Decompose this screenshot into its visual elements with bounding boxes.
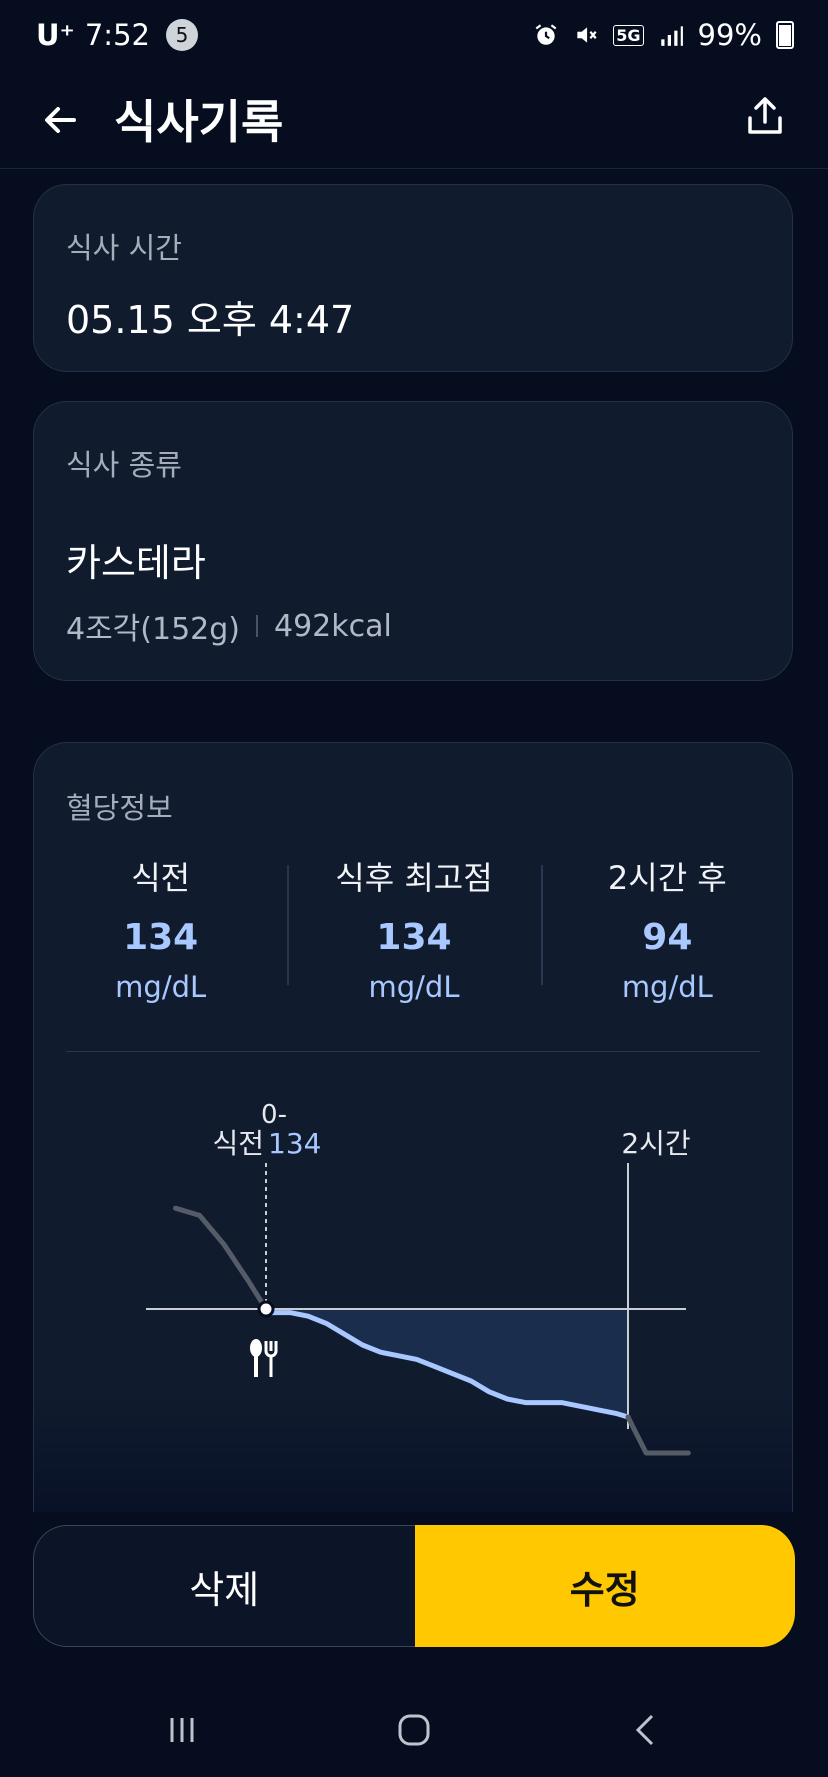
chart-marker-value: 134: [268, 1127, 321, 1160]
signal-icon: [660, 26, 683, 46]
stat-unit: mg/dL: [368, 970, 460, 1004]
alarm-icon: [535, 24, 557, 45]
stat-label: 2시간 후: [607, 859, 727, 897]
chart-area-fill: [266, 1309, 628, 1417]
mute-icon: [577, 27, 597, 43]
status-bar: U⁺ 7:52 5 5G 99%: [0, 0, 828, 72]
share-icon[interactable]: [740, 92, 790, 142]
stat-before-meal: 식전 134 mg/dL: [34, 853, 287, 1004]
notification-count-badge: 5: [165, 19, 198, 51]
recents-icon[interactable]: [152, 1700, 212, 1760]
clock: 7:52: [84, 18, 150, 52]
carrier-label: U⁺: [36, 18, 75, 52]
stat-unit: mg/dL: [621, 970, 713, 1004]
glucose-chart: 0- 식전 134 2시간: [146, 1100, 691, 1456]
meal-type-label: 식사 종류: [66, 448, 182, 482]
meal-time-value: 05.15 오후 4:47: [66, 298, 355, 342]
stat-two-hours: 2시간 후 94 mg/dL: [540, 853, 794, 1004]
stat-value: 134: [123, 917, 199, 958]
edit-button[interactable]: 수정: [414, 1525, 795, 1647]
food-meta: 4조각(152g) 492kcal: [66, 604, 392, 648]
system-nav-bar: [0, 1680, 828, 1777]
stat-label: 식전: [131, 859, 191, 897]
delete-button[interactable]: 삭제: [33, 1525, 415, 1647]
stat-unit: mg/dL: [115, 970, 207, 1004]
food-calories: 492kcal: [274, 608, 392, 644]
stat-value: 134: [376, 917, 452, 958]
chart-marker-top-label: 0-: [261, 1100, 287, 1130]
action-buttons: 삭제 수정: [33, 1525, 795, 1647]
meal-type-card[interactable]: 식사 종류 카스테라 4조각(152g) 492kcal: [33, 401, 793, 681]
divider: [256, 615, 258, 637]
arrow-left-icon[interactable]: [36, 96, 84, 144]
divider: [66, 1051, 760, 1052]
chart-series-pre-meal: [173, 1205, 269, 1312]
page-title: 식사기록: [114, 95, 284, 149]
glucose-card: 혈당정보 식전 134 mg/dL 식후 최고점 134 mg/dL 2시간 후…: [33, 742, 793, 1512]
fork-knife-icon: [250, 1339, 278, 1377]
stat-peak: 식후 최고점 134 mg/dL: [287, 853, 540, 1004]
back-chevron-icon[interactable]: [616, 1700, 676, 1760]
app-bar: 식사기록: [0, 72, 828, 169]
glucose-stats: 식전 134 mg/dL 식후 최고점 134 mg/dL 2시간 후 94 m…: [34, 853, 794, 1004]
glucose-label: 혈당정보: [66, 791, 173, 825]
battery-percent: 99%: [697, 18, 762, 52]
stat-value: 94: [642, 917, 693, 958]
food-name: 카스테라: [66, 541, 206, 585]
network-type-label: 5G: [613, 24, 644, 46]
battery-icon: [776, 21, 794, 49]
chart-meal-point: [257, 1300, 275, 1318]
meal-time-card[interactable]: 식사 시간 05.15 오후 4:47: [33, 184, 793, 372]
food-portion: 4조각(152g): [66, 612, 240, 647]
meal-time-label: 식사 시간: [66, 231, 182, 265]
chart-marker-label: 식전: [212, 1127, 264, 1160]
chart-end-label: 2시간: [621, 1127, 690, 1160]
home-icon[interactable]: [384, 1700, 444, 1760]
stat-label: 식후 최고점: [335, 859, 493, 897]
chart-series-post: [625, 1414, 691, 1456]
